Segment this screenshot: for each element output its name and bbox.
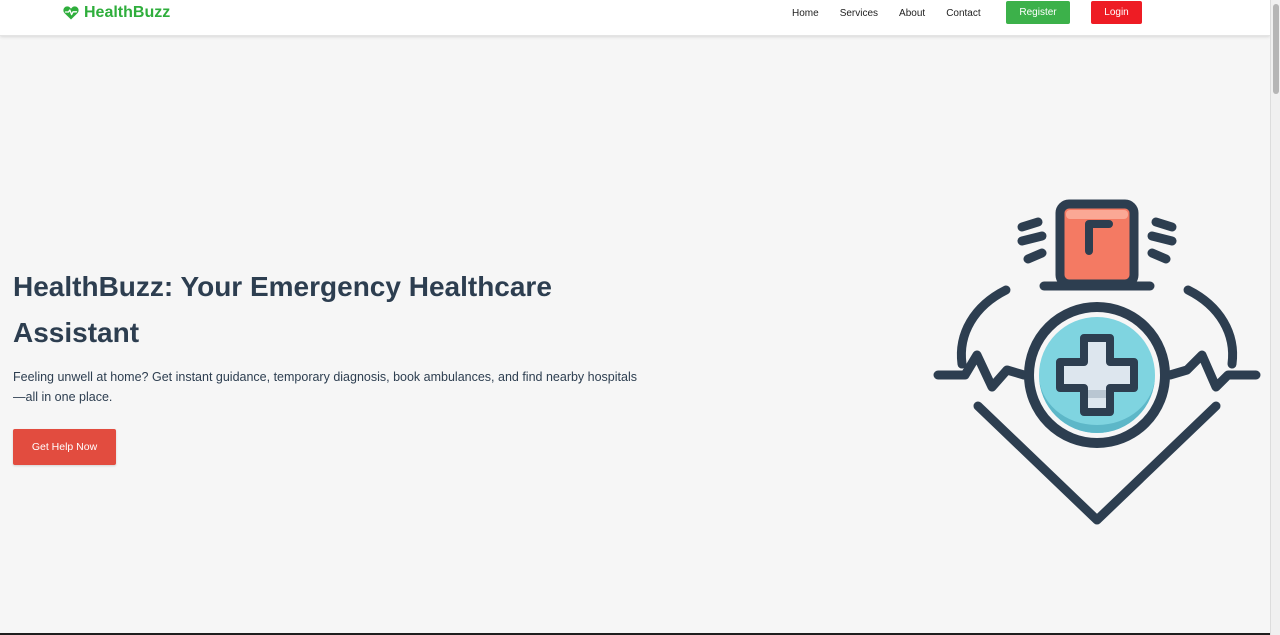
emergency-medical-icon xyxy=(933,199,1261,525)
get-help-button[interactable]: Get Help Now xyxy=(13,429,116,465)
hero-section: HealthBuzz: Your Emergency Healthcare As… xyxy=(13,264,653,407)
nav-link-home[interactable]: Home xyxy=(792,8,819,19)
nav-link-contact[interactable]: Contact xyxy=(946,8,980,19)
nav-links: Home Services About Contact xyxy=(792,0,1002,26)
brand-name: HealthBuzz xyxy=(84,4,171,21)
hero-description: Feeling unwell at home? Get instant guid… xyxy=(13,370,637,404)
register-button[interactable]: Register xyxy=(1006,1,1070,24)
scrollbar[interactable] xyxy=(1270,0,1280,635)
nav-link-services[interactable]: Services xyxy=(840,8,878,19)
nav-link-about[interactable]: About xyxy=(899,8,925,19)
login-button[interactable]: Login xyxy=(1091,1,1142,24)
scrollbar-thumb[interactable] xyxy=(1273,4,1279,94)
brand-logo[interactable]: HealthBuzz xyxy=(63,4,170,22)
navbar: HealthBuzz Home Services About Contact R… xyxy=(0,0,1270,36)
heart-pulse-icon xyxy=(63,6,79,20)
hero-title: HealthBuzz: Your Emergency Healthcare As… xyxy=(13,271,552,348)
